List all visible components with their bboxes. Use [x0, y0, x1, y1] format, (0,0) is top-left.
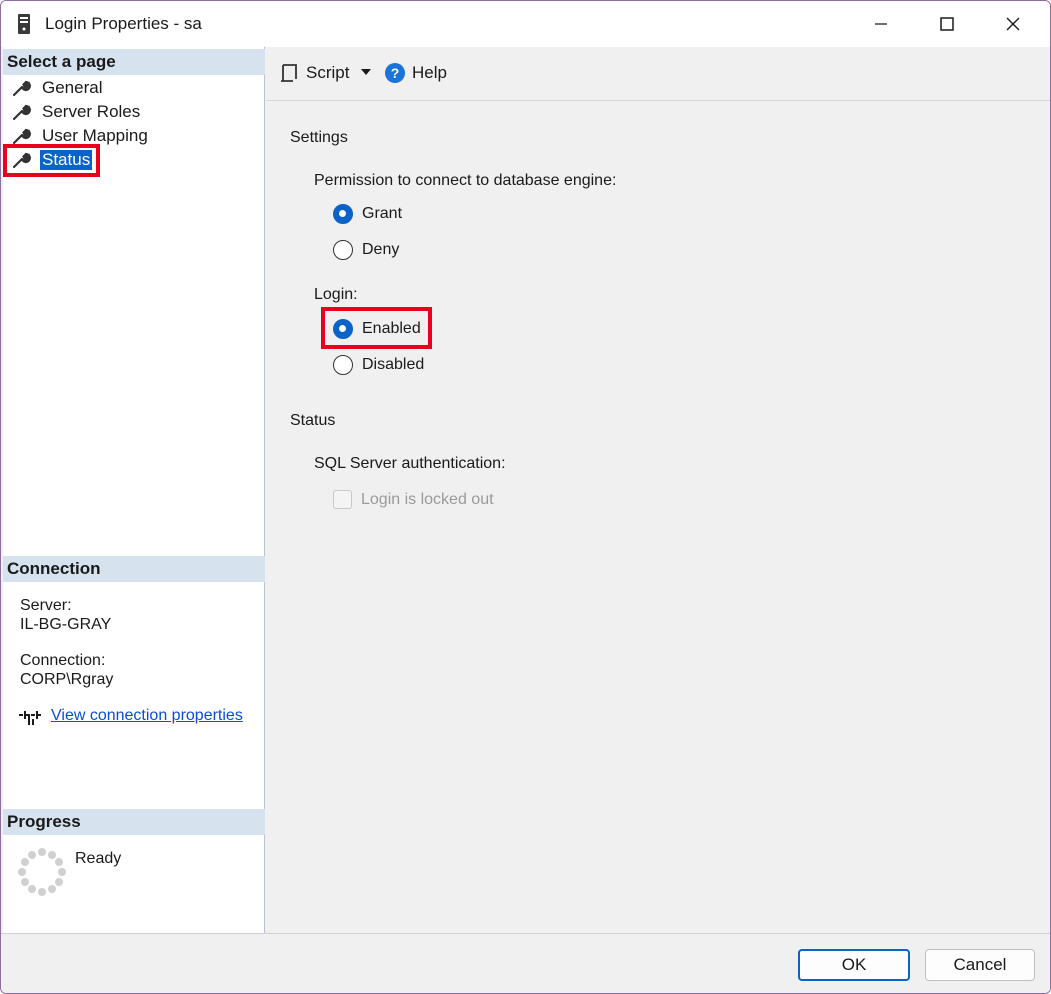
server-icon — [18, 14, 30, 34]
page-item-server-roles[interactable]: Server Roles — [11, 101, 142, 123]
permission-label: Permission to connect to database engine… — [314, 172, 617, 189]
server-value: IL-BG-GRAY — [20, 616, 112, 633]
login-properties-window: Login Properties - sa Select a page Gene… — [0, 0, 1051, 994]
close-icon — [1006, 17, 1020, 31]
cancel-button[interactable]: Cancel — [925, 949, 1035, 981]
script-dropdown-button[interactable] — [360, 68, 372, 76]
wrench-icon — [12, 80, 31, 97]
help-label: Help — [412, 63, 447, 82]
progress-status: Ready — [75, 850, 122, 867]
disabled-radio[interactable]: Disabled — [333, 355, 424, 375]
connection-header: Connection — [3, 556, 265, 582]
deny-label: Deny — [362, 241, 400, 258]
grant-radio[interactable]: Grant — [333, 204, 402, 224]
radio-dot — [333, 355, 353, 375]
page-item-label: General — [42, 78, 103, 97]
help-button[interactable]: ? Help — [384, 62, 447, 84]
connection-value: CORP\Rgray — [20, 671, 114, 688]
toolbar: Script ? Help — [266, 47, 1050, 101]
checkbox-box — [333, 490, 352, 509]
grant-label: Grant — [362, 205, 403, 222]
svg-text:?: ? — [391, 65, 400, 81]
progress-spinner-icon — [18, 848, 66, 896]
view-connection-properties-link[interactable]: View connection properties — [51, 707, 243, 725]
wrench-icon — [12, 128, 31, 145]
close-button[interactable] — [980, 1, 1046, 47]
left-pane: Select a page General Server Roles User … — [3, 47, 265, 933]
server-label: Server: — [20, 597, 72, 614]
page-item-general[interactable]: General — [11, 77, 104, 99]
progress-header: Progress — [3, 809, 265, 835]
select-page-header: Select a page — [3, 49, 265, 75]
locked-out-checkbox[interactable]: Login is locked out — [333, 490, 494, 509]
script-icon — [281, 64, 297, 82]
sql-auth-label: SQL Server authentication: — [314, 455, 506, 472]
title-bar: Login Properties - sa — [1, 1, 1050, 47]
status-highlight-box — [3, 144, 100, 177]
page-item-label: Server Roles — [42, 102, 141, 121]
chevron-down-icon — [361, 69, 371, 75]
minimize-button[interactable] — [848, 1, 914, 47]
disabled-label: Disabled — [362, 356, 425, 373]
deny-radio[interactable]: Deny — [333, 240, 399, 260]
radio-dot — [333, 240, 353, 260]
status-group-title: Status — [290, 412, 336, 429]
script-label: Script — [306, 63, 350, 82]
page-item-label: User Mapping — [42, 126, 148, 145]
settings-group-title: Settings — [290, 129, 348, 146]
maximize-icon — [940, 17, 954, 31]
wrench-icon — [12, 104, 31, 121]
enabled-highlight-box — [321, 307, 432, 349]
window-title: Login Properties - sa — [45, 14, 202, 33]
status-page-content: Settings Permission to connect to databa… — [266, 102, 1050, 933]
ok-button[interactable]: OK — [798, 949, 910, 981]
connection-label: Connection: — [20, 652, 106, 669]
radio-dot — [333, 204, 353, 224]
connection-plug-icon — [19, 711, 41, 725]
locked-out-label: Login is locked out — [361, 490, 494, 508]
minimize-icon — [875, 23, 887, 25]
help-icon: ? — [385, 63, 405, 83]
login-label: Login: — [314, 286, 358, 303]
script-button[interactable]: Script — [278, 62, 349, 84]
maximize-button[interactable] — [914, 1, 980, 47]
dialog-footer: OK Cancel — [1, 933, 1050, 993]
